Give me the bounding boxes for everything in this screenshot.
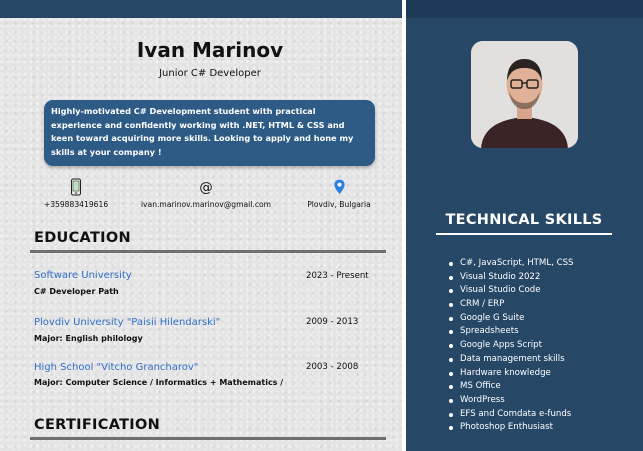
education-detail: Major: English philology xyxy=(34,334,143,343)
top-accent-bar xyxy=(0,0,402,18)
candidate-role: Junior C# Developer xyxy=(159,68,261,79)
location-pin-icon xyxy=(333,179,345,194)
left-column: Ivan Marinov Junior C# Developer Highly-… xyxy=(0,0,402,451)
candidate-name: Ivan Marinov xyxy=(136,38,284,62)
education-dates: 2009 - 2013 xyxy=(306,317,359,327)
contact-location: Plovdiv, Bulgaria xyxy=(298,178,380,209)
education-rule xyxy=(30,250,386,253)
skill-item: Hardware knowledge xyxy=(448,367,574,381)
skill-item: Spreadsheets xyxy=(448,325,574,339)
education-school: High School "Vitcho Grancharov" xyxy=(34,362,199,373)
skills-list: C#, JavaScript, HTML, CSS Visual Studio … xyxy=(448,257,574,435)
contact-phone: +359883419616 xyxy=(40,178,112,209)
email-address[interactable]: ivan.marinov.marinov@gmail.com xyxy=(141,200,271,209)
skill-item: EFS and Comdata e-funds xyxy=(448,408,574,422)
skill-item: Google Apps Script xyxy=(448,339,574,353)
top-accent-bar-right xyxy=(406,0,643,18)
education-school: Plovdiv University "Paisii Hilendarski" xyxy=(34,317,221,328)
profile-photo-illustration xyxy=(471,41,578,148)
skill-item: CRM / ERP xyxy=(448,298,574,312)
contact-email: @ ivan.marinov.marinov@gmail.com xyxy=(128,178,284,209)
phone-icon xyxy=(71,178,81,196)
education-detail: Major: Computer Science / Informatics + … xyxy=(34,378,284,387)
location-text: Plovdiv, Bulgaria xyxy=(307,200,371,209)
skill-item: Google G Suite xyxy=(448,312,574,326)
skill-item: C#, JavaScript, HTML, CSS xyxy=(448,257,574,271)
skills-heading: TECHNICAL SKILLS xyxy=(445,212,603,228)
education-detail: C# Developer Path xyxy=(34,287,119,296)
education-school: Software University xyxy=(34,270,132,281)
skill-item: Photoshop Enthusiast xyxy=(448,421,574,435)
summary-box: Highly-motivated C# Development student … xyxy=(44,100,375,166)
skill-item: Visual Studio Code xyxy=(448,284,574,298)
education-dates: 2003 - 2008 xyxy=(306,362,359,372)
at-sign-icon: @ xyxy=(199,180,212,195)
skill-item: Visual Studio 2022 xyxy=(448,271,574,285)
svg-text:@: @ xyxy=(199,180,212,195)
skill-item: WordPress xyxy=(448,394,574,408)
certification-heading: CERTIFICATION xyxy=(34,417,161,433)
education-heading: EDUCATION xyxy=(34,230,131,246)
skills-rule xyxy=(436,233,612,235)
skill-item: Data management skills xyxy=(448,353,574,367)
phone-number: +359883419616 xyxy=(43,200,109,209)
skill-item: MS Office xyxy=(448,380,574,394)
certification-rule xyxy=(30,437,386,440)
education-dates: 2023 - Present xyxy=(306,271,369,281)
profile-photo xyxy=(471,41,578,148)
